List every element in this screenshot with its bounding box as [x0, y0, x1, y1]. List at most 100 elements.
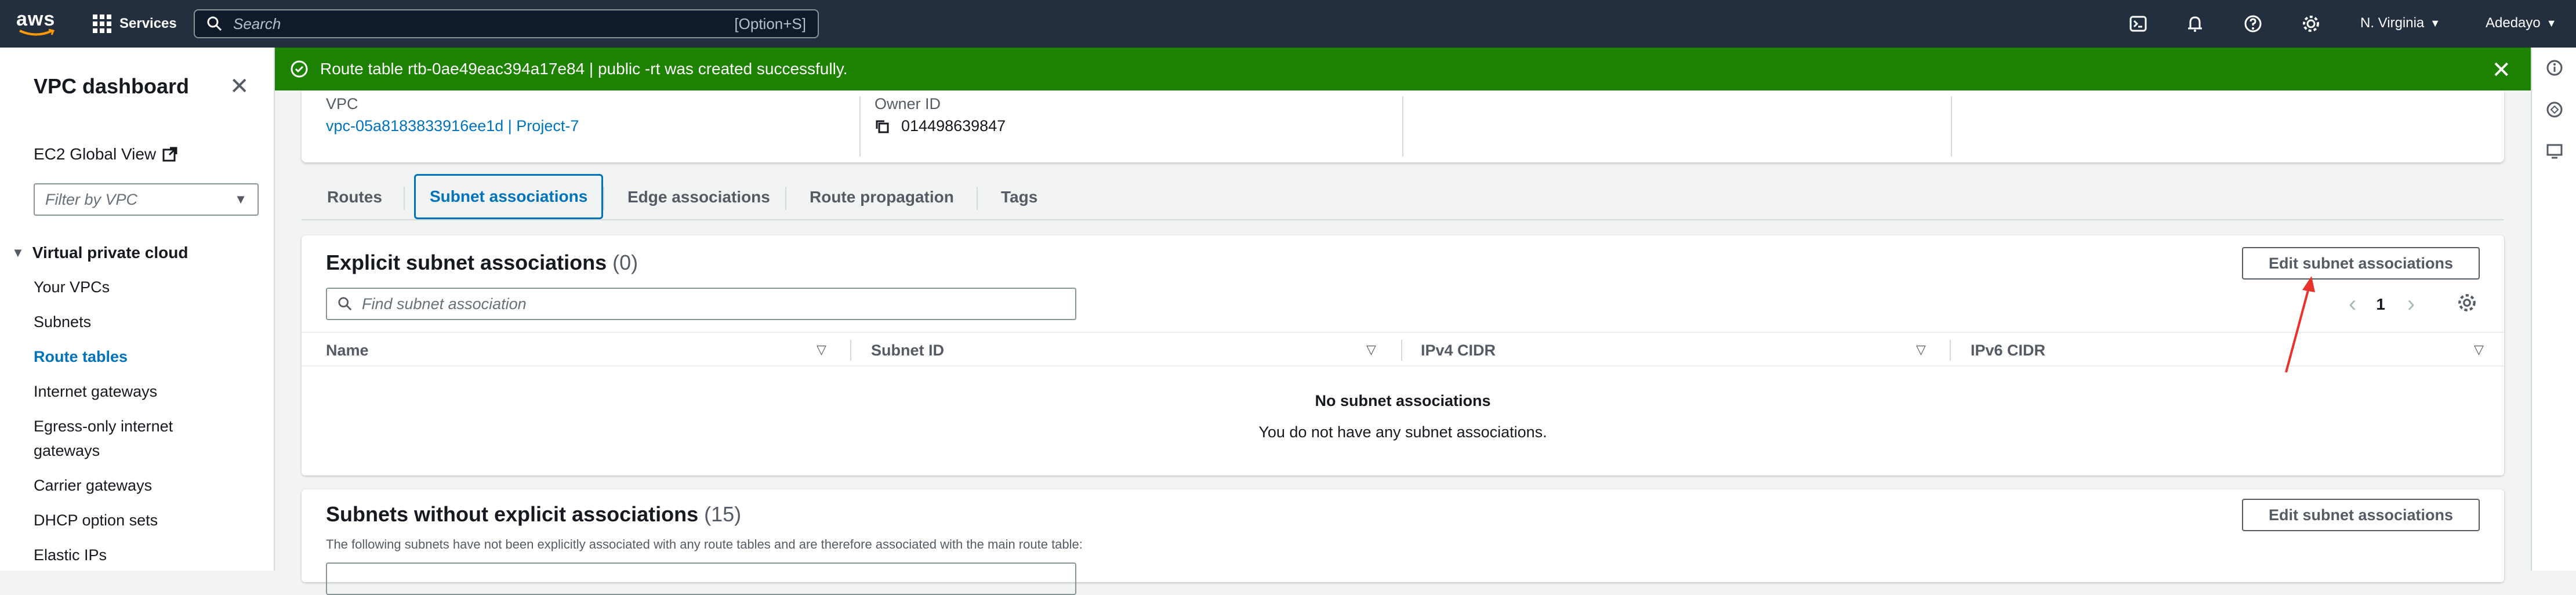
caret-down-icon: ▼: [234, 192, 247, 206]
success-flash-banner: Route table rtb-0ae49eac394a17e84 | publ…: [275, 48, 2531, 90]
empty-state-description: You do not have any subnet associations.: [1258, 423, 1547, 441]
sidebar-item-egress-only-internet-gateways[interactable]: Egress-only internet: [34, 415, 173, 437]
tab-edge-associations[interactable]: Edge associations: [614, 174, 784, 220]
column-header-ipv6-cidr[interactable]: IPv6 CIDR: [1971, 333, 2045, 368]
tab-separator: [404, 187, 405, 210]
sort-caret-icon[interactable]: ▽: [1366, 342, 1376, 357]
account-label: Adedayo: [2486, 15, 2541, 31]
top-navigation-bar: aws Services [Option+S] N. Virginia ▼ Ad…: [0, 0, 2576, 48]
virtual-private-cloud-section[interactable]: ▼ Virtual private cloud: [12, 244, 188, 262]
sidebar-item-internet-gateways[interactable]: Internet gateways: [34, 380, 157, 402]
global-search-box[interactable]: [Option+S]: [194, 9, 819, 38]
search-icon: [207, 16, 222, 31]
region-selector[interactable]: N. Virginia ▼: [2360, 15, 2440, 31]
explicit-count: (0): [612, 251, 638, 274]
global-search-input[interactable]: [233, 14, 735, 33]
route-table-details-card: VPC vpc-05a8183833916ee1d | Project-7 Ow…: [302, 90, 2504, 162]
sidebar-item-dhcp-option-sets[interactable]: DHCP option sets: [34, 509, 158, 531]
tab-route-propagation[interactable]: Route propagation: [796, 174, 968, 220]
tab-subnet-associations[interactable]: Subnet associations: [414, 174, 604, 219]
table-header: Name ▽ Subnet ID ▽ IPv4 CIDR ▽ IPv6 CIDR…: [302, 332, 2504, 367]
column-header-name[interactable]: Name: [326, 333, 369, 368]
vpc-filter-select[interactable]: Filter by VPC ▼: [34, 183, 259, 216]
sidenav-title[interactable]: VPC dashboard: [34, 74, 189, 99]
search-shortcut-hint: [Option+S]: [734, 14, 806, 32]
table-preferences-gear-icon[interactable]: [2457, 292, 2477, 313]
column-separator[interactable]: [850, 340, 851, 361]
account-menu[interactable]: Adedayo ▼: [2486, 15, 2557, 31]
tab-separator: [603, 187, 604, 210]
next-page-icon[interactable]: ›: [2407, 291, 2415, 317]
vpc-label: VPC: [326, 95, 358, 113]
settings-gear-icon[interactable]: [2300, 13, 2322, 35]
side-navigation: VPC dashboard ✕ EC2 Global View Filter b…: [0, 48, 275, 571]
explicit-subnet-associations-panel: Explicit subnet associations (0) Edit su…: [302, 235, 2504, 476]
ec2-global-view-label: EC2 Global View: [34, 145, 157, 163]
sidebar-item-subnets[interactable]: Subnets: [34, 311, 91, 333]
tab-separator: [785, 187, 786, 210]
tab-separator: [977, 187, 978, 210]
explicit-panel-title: Explicit subnet associations (0): [326, 251, 638, 275]
tab-tags[interactable]: Tags: [987, 174, 1051, 220]
vpc-link[interactable]: vpc-05a8183833916ee1d | Project-7: [326, 117, 579, 135]
tutorial-icon[interactable]: [2546, 143, 2563, 160]
find-subnet-association-field[interactable]: [326, 288, 1076, 320]
sidebar-item-elastic-ips[interactable]: Elastic IPs: [34, 544, 107, 566]
dismiss-flash-icon[interactable]: ✕: [2491, 57, 2511, 84]
annotation-arrow: [2285, 276, 2315, 373]
find-subnet-association-input[interactable]: [362, 295, 1065, 313]
info-icon[interactable]: [2546, 59, 2563, 77]
tab-routes[interactable]: Routes: [313, 174, 396, 220]
column-header-subnet-id[interactable]: Subnet ID: [871, 333, 944, 368]
owner-id-label: Owner ID: [875, 95, 941, 113]
caret-down-icon: ▼: [12, 245, 24, 260]
page-number[interactable]: 1: [2376, 295, 2385, 314]
column-divider: [859, 96, 861, 157]
column-separator[interactable]: [1401, 340, 1402, 361]
pagination: ‹ 1 ›: [2349, 291, 2415, 317]
sidebar-item-route-tables[interactable]: Route tables: [34, 346, 128, 368]
sidebar-item-carrier-gateways[interactable]: Carrier gateways: [34, 474, 152, 496]
section-label: Virtual private cloud: [32, 244, 188, 262]
implicit-description: The following subnets have not been expl…: [326, 537, 1083, 552]
column-header-ipv4-cidr[interactable]: IPv4 CIDR: [1421, 333, 1496, 368]
empty-state-title: No subnet associations: [1315, 392, 1491, 409]
cloudshell-icon[interactable]: [2127, 13, 2149, 35]
implicit-count: (15): [704, 502, 742, 526]
sidebar-item-egress-only-internet-gateways-line2[interactable]: gateways: [34, 440, 100, 462]
aws-logo-text: aws: [16, 8, 56, 30]
implicit-search-field[interactable]: [326, 563, 1076, 595]
notifications-bell-icon[interactable]: [2184, 13, 2206, 35]
flash-message: Route table rtb-0ae49eac394a17e84 | publ…: [320, 60, 848, 78]
column-divider: [1402, 96, 1403, 157]
external-link-icon: [162, 147, 177, 162]
explicit-title-text: Explicit subnet associations: [326, 251, 607, 274]
sort-caret-icon[interactable]: ▽: [1916, 342, 1926, 357]
success-check-icon: [291, 60, 308, 78]
caret-down-icon: ▼: [2546, 17, 2557, 29]
vpc-filter-placeholder: Filter by VPC: [45, 190, 138, 208]
copy-icon[interactable]: [875, 119, 890, 134]
aws-logo[interactable]: aws: [16, 8, 58, 38]
search-icon: [338, 297, 352, 311]
grid-icon: [93, 14, 111, 33]
region-label: N. Virginia: [2360, 15, 2425, 31]
route-table-tabs: Routes Subnet associations Edge associat…: [302, 174, 2504, 220]
subnets-without-explicit-associations-panel: Subnets without explicit associations (1…: [302, 489, 2504, 595]
column-divider: [1951, 96, 1952, 157]
sidebar-item-your-vpcs[interactable]: Your VPCs: [34, 276, 110, 298]
ec2-global-view-link[interactable]: EC2 Global View: [34, 145, 178, 164]
services-label: Services: [119, 16, 177, 31]
owner-id-value-row: 014498639847: [875, 117, 1006, 135]
help-icon[interactable]: [2242, 13, 2264, 35]
implicit-panel-title: Subnets without explicit associations (1…: [326, 502, 741, 527]
previous-page-icon[interactable]: ‹: [2349, 291, 2356, 317]
edit-subnet-associations-button[interactable]: Edit subnet associations: [2242, 499, 2480, 531]
sort-caret-icon[interactable]: ▽: [2474, 342, 2484, 357]
close-sidenav-icon[interactable]: ✕: [230, 73, 249, 100]
feedback-icon[interactable]: [2546, 101, 2563, 118]
caret-down-icon: ▼: [2430, 17, 2441, 29]
column-separator[interactable]: [1950, 340, 1951, 361]
services-menu-button[interactable]: Services: [93, 12, 177, 36]
sort-caret-icon[interactable]: ▽: [817, 342, 826, 357]
